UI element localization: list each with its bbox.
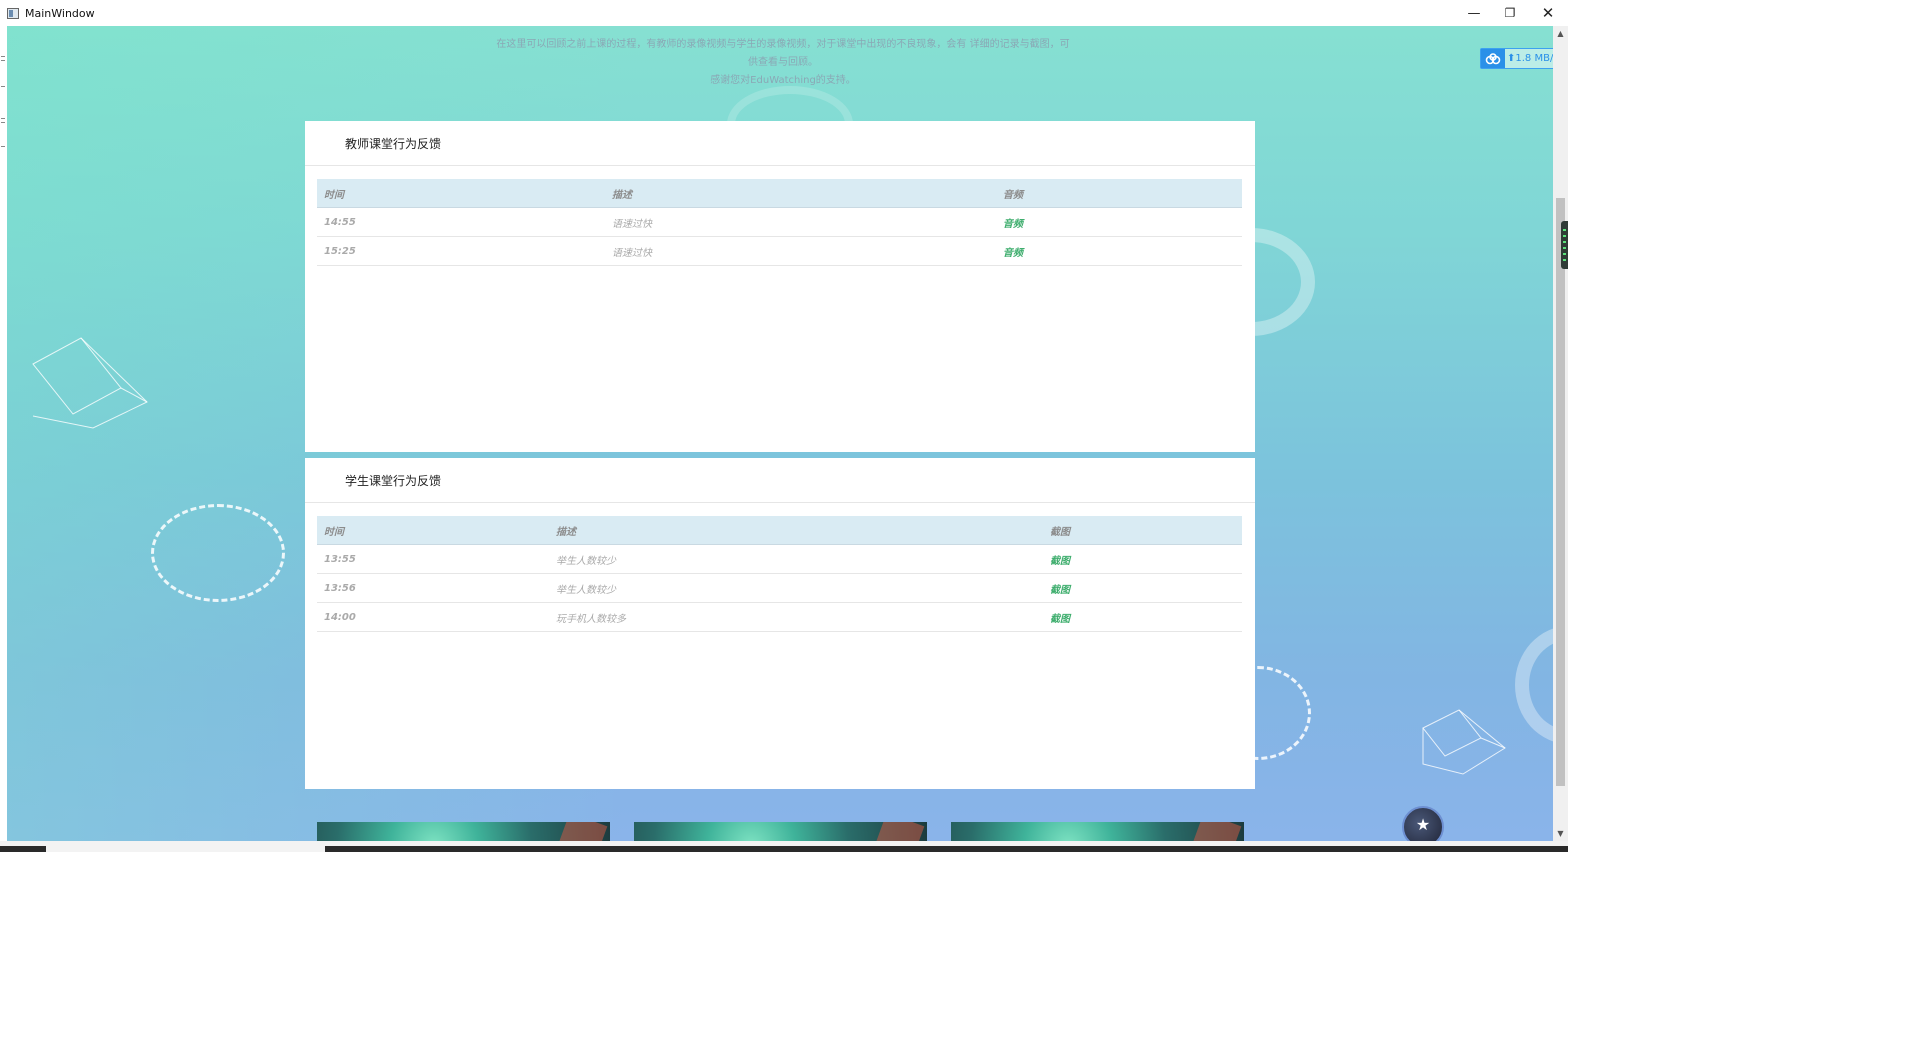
teacher-feedback-table: 时间 描述 音频 14:55 语速过快 音频 15:25 语速过快 音频 [317,179,1242,266]
audio-link[interactable]: 音频 [996,207,1242,237]
audio-link[interactable]: 音频 [996,236,1242,266]
table-row: 14:55 语速过快 音频 [317,207,1242,237]
panel-title: 教师课堂行为反馈 [305,121,1255,166]
screenshot-link[interactable]: 截图 [1043,544,1242,574]
table-header-row: 时间 描述 音频 [317,179,1242,208]
student-feedback-table: 时间 描述 截图 13:55 举生人数较少 截图 13:56 举生人数较少 截图… [317,516,1242,632]
video-thumbnail[interactable] [634,822,927,841]
row-time: 13:55 [317,544,549,574]
row-time: 14:00 [317,602,549,632]
scroll-down-icon[interactable]: ▼ [1553,826,1568,841]
row-description: 语速过快 [605,236,996,266]
row-description: 举生人数较少 [549,544,1043,574]
panel-title: 学生课堂行为反馈 [305,458,1255,503]
column-header-time: 时间 [317,179,605,208]
column-header-description: 描述 [549,516,1043,545]
main-content[interactable]: 在这里可以回顾之前上课的过程，有教师的录像视频与学生的录像视频，对于课堂中出现的… [7,26,1553,841]
title-bar: MainWindow [0,0,1568,26]
cube-outline-icon [32,337,148,429]
bottom-bar [0,841,1568,852]
cube-outline-icon [1422,709,1506,775]
row-time: 14:55 [317,207,605,237]
teacher-feedback-panel: 教师课堂行为反馈 时间 描述 音频 14:55 语速过快 音频 15:25 语速… [305,121,1255,452]
intro-text: 在这里可以回顾之前上课的过程，有教师的录像视频与学生的录像视频，对于课堂中出现的… [473,36,1093,90]
row-time: 13:56 [317,573,549,603]
video-thumbnail[interactable] [951,822,1244,841]
intro-line-2: 供查看与回顾。 [748,57,818,68]
table-row: 15:25 语速过快 音频 [317,236,1242,266]
vertical-scrollbar[interactable]: ▲ ▼ [1553,26,1568,841]
video-thumbnail[interactable] [317,822,610,841]
column-header-time: 时间 [317,516,549,545]
row-description: 举生人数较少 [549,573,1043,603]
column-header-screenshot: 截图 [1043,516,1242,545]
upload-arrow-icon: ⬆ [1507,53,1516,64]
decorative-dashed-circle [151,504,285,602]
column-header-description: 描述 [605,179,996,208]
window-title: MainWindow [25,6,95,20]
side-indicator-tab[interactable] [1561,221,1568,269]
table-header-row: 时间 描述 截图 [317,516,1242,545]
screenshot-link[interactable]: 截图 [1043,573,1242,603]
scrollbar-thumb[interactable] [1556,198,1565,786]
table-row: 14:00 玩手机人数较多 截图 [317,602,1242,632]
table-row: 13:56 举生人数较少 截图 [317,573,1242,603]
row-description: 语速过快 [605,207,996,237]
maximize-button[interactable]: ❐ [1492,0,1528,26]
column-header-audio: 音频 [996,179,1242,208]
app-icon [7,7,19,19]
row-description: 玩手机人数较多 [549,602,1043,632]
minimize-button[interactable]: — [1456,0,1492,26]
screenshot-link[interactable]: 截图 [1043,602,1242,632]
table-row: 13:55 举生人数较少 截图 [317,544,1242,574]
intro-line-3: 感谢您对EduWatching的支持。 [710,75,856,86]
intro-line-1: 在这里可以回顾之前上课的过程，有教师的录像视频与学生的录像视频，对于课堂中出现的… [496,39,1070,50]
row-time: 15:25 [317,236,605,266]
close-button[interactable]: ✕ [1530,0,1566,26]
cloud-icon [1481,49,1505,68]
student-feedback-panel: 学生课堂行为反馈 时间 描述 截图 13:55 举生人数较少 截图 13:56 … [305,458,1255,789]
scroll-up-icon[interactable]: ▲ [1553,26,1568,41]
